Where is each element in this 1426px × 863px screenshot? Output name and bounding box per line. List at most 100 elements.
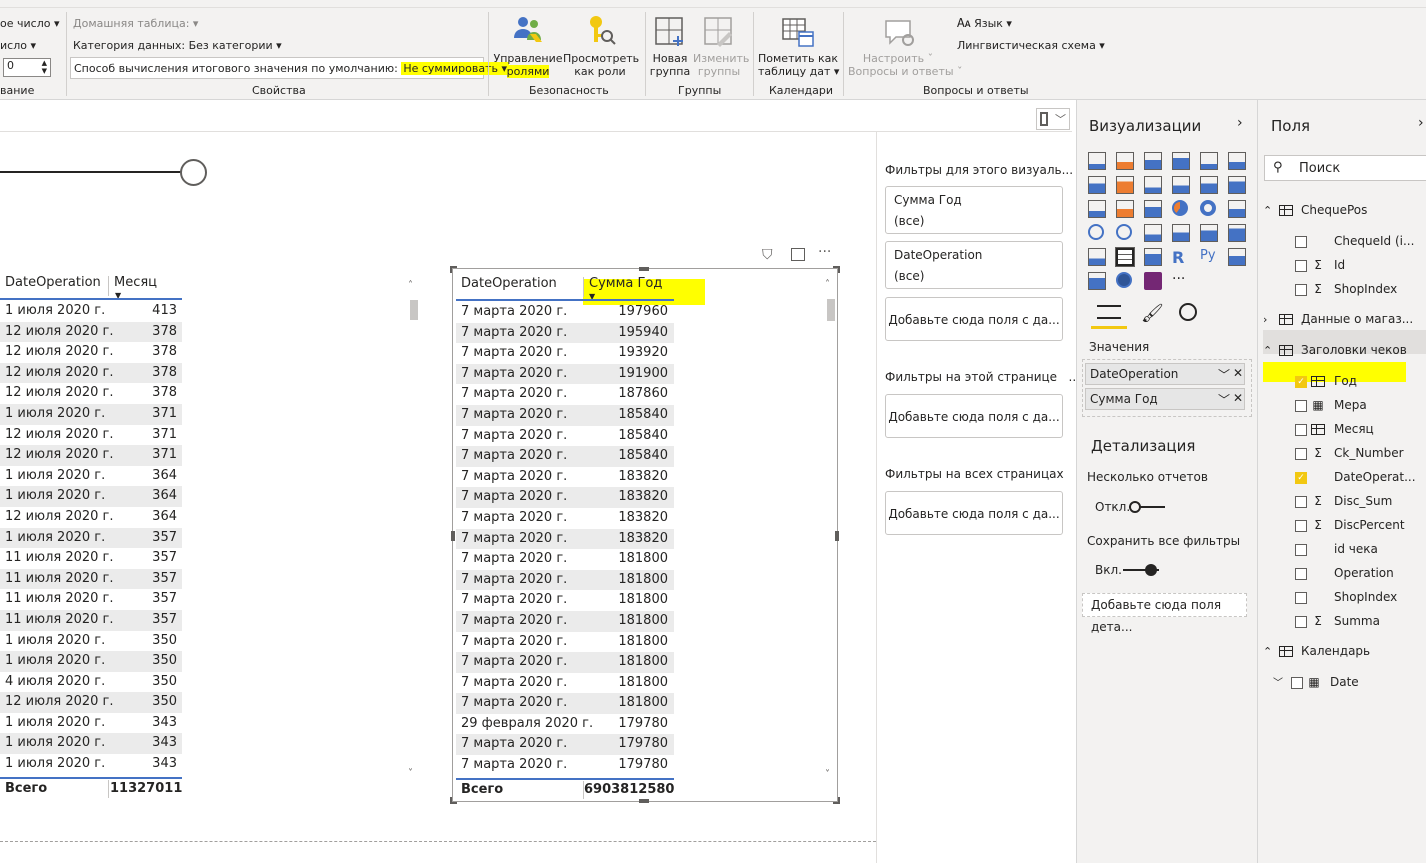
field-item[interactable]: Σ Id bbox=[1263, 253, 1423, 277]
field-item[interactable]: Σ Ck_Number bbox=[1263, 441, 1423, 465]
table-row[interactable]: 1 июля 2020 г. 350 bbox=[0, 631, 182, 652]
table-row[interactable]: 4 июля 2020 г. 350 bbox=[0, 672, 182, 693]
scrollbar-thumb[interactable] bbox=[410, 300, 418, 320]
data-category-dropdown[interactable]: Категория данных: Без категории ▾ bbox=[73, 39, 282, 52]
home-table-dropdown[interactable]: Домашняя таблица: ▾ bbox=[73, 17, 198, 30]
table-visual-left[interactable]: DateOperation Месяц ▼ 1 июля 2020 г. 413 1… bbox=[0, 270, 420, 800]
table-node[interactable]: ⌃ Календарь bbox=[1263, 639, 1423, 663]
chevron-up-icon[interactable]: ⌃ bbox=[1263, 339, 1279, 363]
table-row[interactable]: 7 марта 2020 г. 183820 bbox=[456, 487, 674, 508]
fields-tab-icon[interactable] bbox=[1097, 303, 1121, 321]
table-row[interactable]: 7 марта 2020 г. 183820 bbox=[456, 467, 674, 488]
filter-dropdown[interactable]: ﹀ bbox=[1036, 108, 1070, 130]
table-row[interactable]: 11 июля 2020 г. 357 bbox=[0, 609, 182, 631]
table-row[interactable]: 7 марта 2020 г. 181800 bbox=[456, 549, 674, 570]
field-item[interactable]: ShopIndex bbox=[1263, 585, 1423, 609]
table-row[interactable]: 12 июля 2020 г. 378 bbox=[0, 342, 182, 363]
field-item[interactable]: ✓ DateOperat... bbox=[1263, 465, 1423, 489]
card-icon[interactable] bbox=[1172, 224, 1190, 242]
filter-drop-zone[interactable]: Добавьте сюда поля с да... bbox=[885, 394, 1063, 438]
new-group-button[interactable]: Новая группа bbox=[649, 12, 691, 80]
table-row[interactable]: 7 марта 2020 г. 191900 bbox=[456, 363, 674, 385]
format-dropdown-2[interactable]: исло ▾ bbox=[0, 39, 36, 52]
column-header-month[interactable]: Месяц bbox=[114, 275, 157, 290]
filled-map-icon[interactable] bbox=[1116, 224, 1132, 240]
powerapps-icon[interactable] bbox=[1144, 272, 1162, 290]
clustered-column-icon[interactable] bbox=[1172, 152, 1190, 170]
multi-reports-toggle[interactable] bbox=[1129, 500, 1165, 514]
filter-card-date[interactable]: DateOperation (все) bbox=[885, 241, 1063, 289]
table-row[interactable]: 12 июля 2020 г. 350 bbox=[0, 692, 182, 713]
drillthrough-drop-zone[interactable]: Добавьте сюда поля дета... bbox=[1082, 593, 1247, 634]
area-chart-icon[interactable] bbox=[1116, 176, 1134, 194]
100-bar-icon[interactable] bbox=[1200, 152, 1218, 170]
field-item[interactable]: ChequeId (i... bbox=[1263, 229, 1423, 253]
more-options-icon[interactable]: ··· bbox=[818, 244, 831, 260]
chevron-up-icon[interactable]: ⌃ bbox=[1263, 640, 1279, 664]
analytics-magnifier-icon[interactable] bbox=[1179, 303, 1197, 321]
table-row[interactable]: 7 марта 2020 г. 195940 bbox=[456, 322, 674, 344]
field-item[interactable]: Σ ShopIndex bbox=[1263, 277, 1423, 301]
table-row[interactable]: 12 июля 2020 г. 371 bbox=[0, 425, 182, 446]
scrollbar-thumb[interactable] bbox=[827, 299, 835, 321]
table-row[interactable]: 7 марта 2020 г. 197960 bbox=[456, 302, 674, 323]
mark-as-date-table-button[interactable]: Пометить как таблицу дат ▾ bbox=[758, 12, 839, 80]
table-row[interactable]: 12 июля 2020 г. 378 bbox=[0, 383, 182, 404]
field-item[interactable]: Σ Disc_Sum bbox=[1263, 489, 1423, 513]
chevron-right-icon[interactable]: › bbox=[1237, 115, 1243, 131]
line-column-icon[interactable] bbox=[1172, 176, 1190, 194]
multirow-card-icon[interactable] bbox=[1200, 224, 1218, 242]
table-row[interactable]: 12 июля 2020 г. 371 bbox=[0, 445, 182, 466]
ribbon-chart-icon[interactable] bbox=[1228, 176, 1246, 194]
resize-handle[interactable] bbox=[450, 266, 457, 273]
table-row[interactable]: 7 марта 2020 г. 179780 bbox=[456, 755, 674, 776]
table-row[interactable]: 11 июля 2020 г. 357 bbox=[0, 548, 182, 569]
table-row[interactable]: 7 марта 2020 г. 181800 bbox=[456, 693, 674, 714]
table-visual-right[interactable]: DateOperation Сумма Год ▼ 7 марта 2020 г… bbox=[450, 266, 840, 804]
search-input[interactable]: ⚲ Поиск bbox=[1264, 155, 1426, 181]
r-visual-icon[interactable]: R bbox=[1172, 248, 1190, 267]
column-header-date[interactable]: DateOperation bbox=[461, 276, 557, 291]
table-row[interactable]: 1 июля 2020 г. 364 bbox=[0, 486, 182, 507]
table-row[interactable]: 1 июля 2020 г. 357 bbox=[0, 527, 182, 549]
donut-icon[interactable] bbox=[1200, 200, 1216, 216]
table-row[interactable]: 12 июля 2020 г. 378 bbox=[0, 321, 182, 343]
column-header-date[interactable]: DateOperation bbox=[5, 275, 101, 290]
table-icon[interactable] bbox=[1115, 247, 1135, 267]
resize-handle[interactable] bbox=[833, 797, 840, 804]
filter-drop-zone[interactable]: Добавьте сюда поля с да... bbox=[885, 297, 1063, 341]
table-row[interactable]: 7 марта 2020 г. 185840 bbox=[456, 426, 674, 447]
gauge-icon[interactable] bbox=[1144, 224, 1162, 242]
chevron-down-icon[interactable]: ﹀ bbox=[1218, 391, 1230, 408]
line-chart-icon[interactable] bbox=[1088, 176, 1106, 194]
matrix-icon[interactable] bbox=[1144, 248, 1162, 266]
resize-handle[interactable] bbox=[639, 267, 649, 271]
format-paint-roller-icon[interactable]: 🖌 bbox=[1141, 303, 1164, 324]
field-item[interactable]: id чека bbox=[1263, 537, 1423, 561]
resize-handle[interactable] bbox=[639, 799, 649, 803]
line-clustered-icon[interactable] bbox=[1200, 176, 1218, 194]
python-visual-icon[interactable]: Py bbox=[1200, 248, 1218, 266]
field-item[interactable]: ﹀ ▦ Date bbox=[1263, 670, 1423, 694]
map-icon[interactable] bbox=[1088, 224, 1104, 240]
funnel-icon[interactable] bbox=[1116, 200, 1134, 218]
stacked-bar-icon[interactable] bbox=[1088, 152, 1106, 170]
scroll-down-icon[interactable]: ˅ bbox=[408, 768, 413, 779]
field-item[interactable]: ▦ Мера bbox=[1263, 393, 1423, 417]
table-row[interactable]: 1 июля 2020 г. 343 bbox=[0, 733, 182, 755]
focus-mode-icon[interactable] bbox=[791, 248, 805, 261]
filter-drop-zone[interactable]: Добавьте сюда поля с да... bbox=[885, 491, 1063, 535]
field-checkbox[interactable] bbox=[1295, 615, 1307, 628]
table-row[interactable]: 12 июля 2020 г. 378 bbox=[0, 362, 182, 384]
table-row[interactable]: 7 марта 2020 г. 181800 bbox=[456, 632, 674, 653]
table-row[interactable]: 7 марта 2020 г. 181800 bbox=[456, 569, 674, 591]
table-row[interactable]: 7 марта 2020 г. 185840 bbox=[456, 446, 674, 467]
field-checkbox[interactable] bbox=[1295, 399, 1307, 412]
scroll-up-icon[interactable]: ˄ bbox=[825, 279, 830, 290]
arcgis-icon[interactable] bbox=[1116, 272, 1132, 288]
waterfall-icon[interactable] bbox=[1088, 200, 1106, 218]
chevron-down-icon[interactable]: ﹀ bbox=[1218, 366, 1230, 383]
table-row[interactable]: 1 июля 2020 г. 343 bbox=[0, 754, 182, 775]
resize-handle[interactable] bbox=[833, 266, 840, 273]
more-visuals-icon[interactable]: ··· bbox=[1172, 272, 1190, 290]
